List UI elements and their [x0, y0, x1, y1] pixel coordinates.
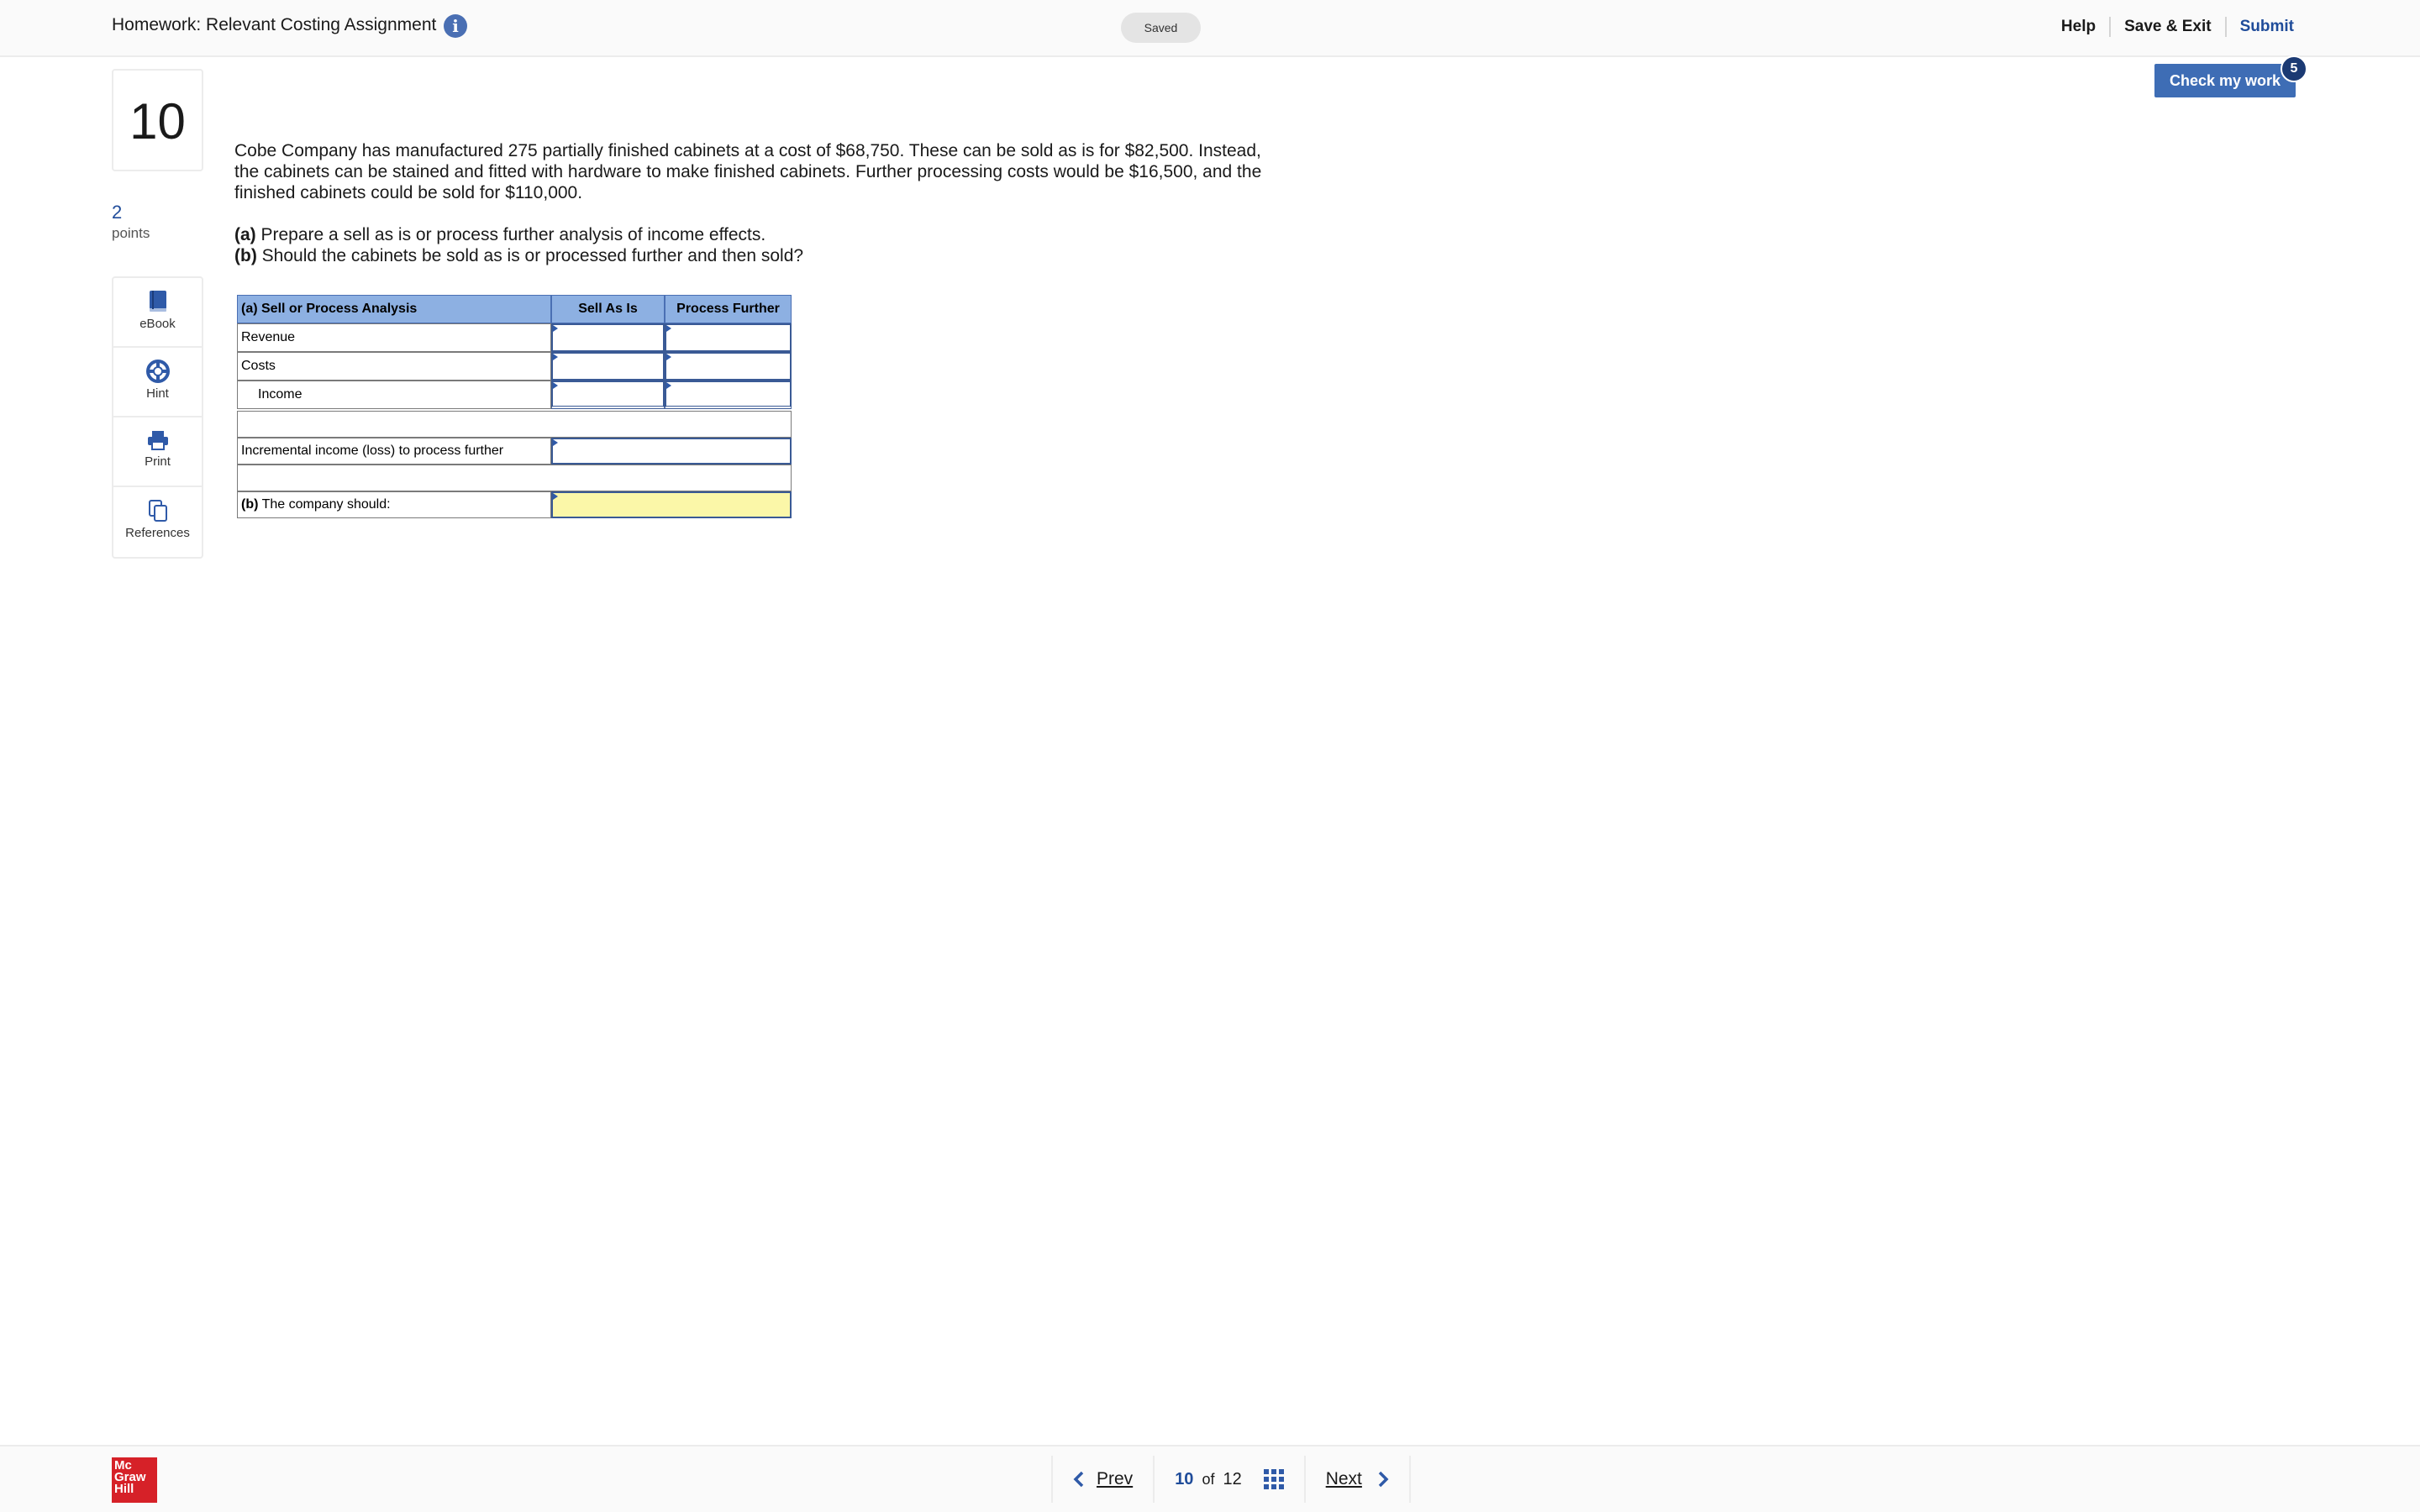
attempts-remaining-badge: 5 — [2281, 55, 2307, 82]
table-spacer-row — [237, 465, 792, 491]
points-value: 2 — [112, 202, 123, 223]
incremental-income-input[interactable] — [551, 438, 792, 465]
save-exit-link[interactable]: Save & Exit — [2111, 18, 2225, 36]
part-a-prefix: (a) — [234, 225, 256, 244]
part-a-text: Prepare a sell as is or process further … — [255, 225, 766, 244]
part-b-label-prefix: (b) — [241, 497, 259, 512]
part-b-text: Should the cabinets be sold as is or pro… — [256, 246, 804, 265]
points-label: points — [112, 225, 150, 241]
tool-label: eBook — [139, 317, 176, 331]
question-grid-icon[interactable] — [1263, 1469, 1284, 1489]
costs-process-further-input[interactable] — [665, 352, 792, 381]
table-header-label: (a) Sell or Process Analysis — [237, 295, 551, 323]
question-number: 10 — [112, 69, 203, 171]
tool-label: Print — [145, 454, 171, 469]
next-label: Next — [1325, 1469, 1362, 1488]
part-b-label-text: The company should: — [258, 497, 391, 512]
page-counter: 10 of 12 — [1155, 1469, 1304, 1489]
tool-label: References — [125, 526, 190, 540]
part-b-prefix: (b) — [234, 246, 257, 265]
question-text: Cobe Company has manufactured 275 partia… — [234, 141, 1262, 202]
ebook-button[interactable]: eBook — [113, 278, 202, 348]
print-icon — [147, 431, 168, 450]
top-header: Homework: Relevant Costing Assignment i … — [0, 0, 2420, 57]
assignment-title: Homework: Relevant Costing Assignment — [112, 15, 437, 34]
saved-status-badge: Saved — [1121, 13, 1201, 43]
prev-button[interactable]: Prev — [1053, 1469, 1153, 1489]
total-pages: 12 — [1223, 1469, 1242, 1488]
print-button[interactable]: Print — [113, 417, 202, 487]
page-of-label: of — [1202, 1470, 1215, 1488]
tool-label: Hint — [146, 386, 169, 401]
references-icon — [148, 500, 167, 522]
hint-icon — [145, 360, 170, 383]
revenue-sell-as-is-input[interactable] — [551, 323, 665, 352]
ebook-icon — [149, 291, 166, 312]
current-page: 10 — [1175, 1469, 1194, 1488]
income-process-further-input[interactable] — [665, 381, 792, 409]
chevron-left-icon — [1073, 1471, 1084, 1488]
header-actions: Help Save & Exit Submit — [2048, 0, 2294, 54]
row-label-income: Income — [237, 381, 551, 409]
column-header-sell-as-is: Sell As Is — [551, 295, 665, 323]
part-b-prompt: (b) Should the cabinets be sold as is or… — [234, 245, 1285, 266]
pager-divider — [1408, 1456, 1411, 1503]
row-label-costs: Costs — [237, 352, 551, 381]
prev-label: Prev — [1097, 1469, 1134, 1488]
help-link[interactable]: Help — [2048, 18, 2109, 36]
mcgraw-hill-logo: Mc Graw Hill — [112, 1457, 157, 1503]
info-icon[interactable]: i — [444, 14, 467, 38]
company-decision-dropdown[interactable] — [551, 491, 792, 518]
chevron-right-icon — [1378, 1471, 1389, 1488]
tools-panel: eBook Hint Print References — [112, 276, 203, 559]
references-button[interactable]: References — [113, 487, 202, 557]
row-label-company-should: (b) The company should: — [237, 491, 551, 518]
part-a-prompt: (a) Prepare a sell as is or process furt… — [234, 224, 1285, 245]
revenue-process-further-input[interactable] — [665, 323, 792, 352]
logo-line: Hill — [114, 1482, 134, 1496]
row-label-revenue: Revenue — [237, 323, 551, 352]
income-sell-as-is-input[interactable] — [551, 381, 665, 409]
question-pager: Prev 10 of 12 Next — [1051, 1446, 1411, 1512]
hint-button[interactable]: Hint — [113, 348, 202, 417]
table-spacer-row — [237, 411, 792, 438]
column-header-process-further: Process Further — [665, 295, 792, 323]
submit-link[interactable]: Submit — [2227, 18, 2294, 36]
check-my-work-button[interactable]: Check my work — [2154, 64, 2296, 97]
next-button[interactable]: Next — [1306, 1469, 1409, 1489]
costs-sell-as-is-input[interactable] — [551, 352, 665, 381]
row-label-incremental-income: Incremental income (loss) to process fur… — [237, 438, 551, 465]
